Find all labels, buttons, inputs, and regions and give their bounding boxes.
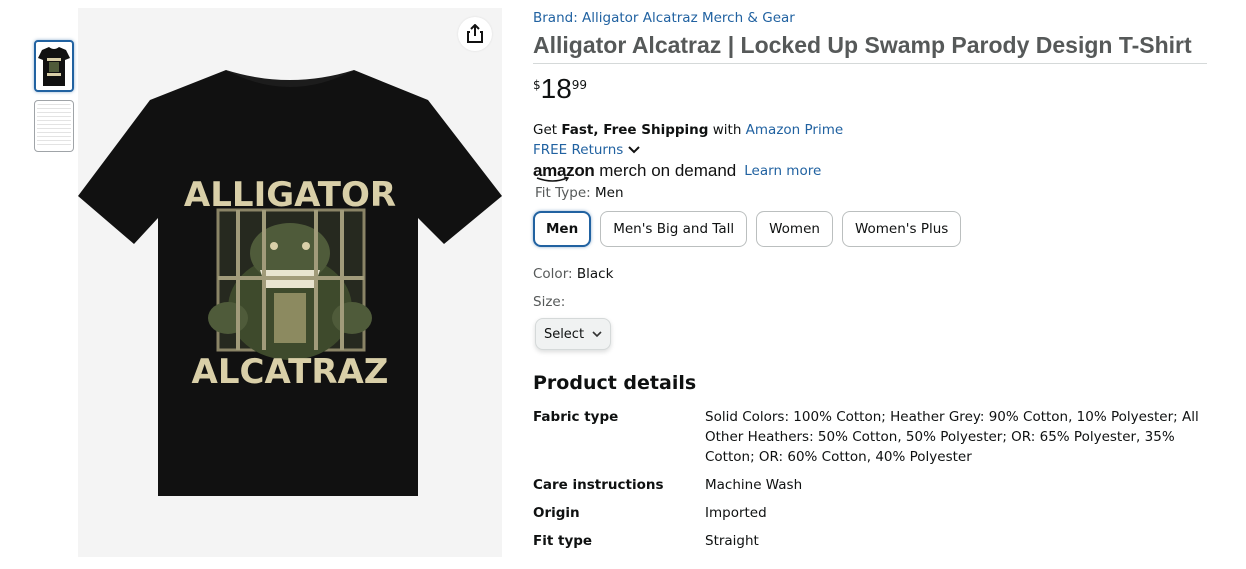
- merch-logo-text: merch on demand: [599, 161, 737, 180]
- price-fraction: 99: [571, 78, 588, 92]
- fit-option-womens-plus[interactable]: Women's Plus: [841, 211, 962, 247]
- detail-row: Care instructions Machine Wash: [533, 475, 1207, 495]
- chevron-down-icon: [592, 331, 602, 338]
- size-chart-thumbnail-icon: [37, 104, 71, 148]
- fit-type-options: Men Men's Big and Tall Women Women's Plu…: [533, 211, 1207, 247]
- free-returns-label: FREE Returns: [533, 142, 624, 158]
- shipping-bold: Fast, Free Shipping: [561, 122, 709, 138]
- merch-on-demand-logo: amazon merch on demand: [533, 161, 737, 182]
- size-label: Size:: [533, 294, 566, 310]
- product-details-table: Fabric type Solid Colors: 100% Cotton; H…: [533, 407, 1207, 551]
- fit-type-value: Men: [594, 185, 624, 201]
- prime-link[interactable]: Amazon Prime: [746, 122, 844, 138]
- fit-type-label: Fit Type: Men: [535, 183, 1207, 203]
- detail-key: Fit type: [533, 533, 593, 549]
- share-icon: [467, 24, 483, 43]
- product-info: Brand: Alligator Alcatraz Merch & Gear A…: [533, 8, 1207, 559]
- shipping-middle: with: [708, 122, 746, 138]
- price-symbol: $: [533, 78, 541, 92]
- detail-value: Machine Wash: [705, 477, 803, 493]
- brand-link[interactable]: Brand: Alligator Alcatraz Merch & Gear: [533, 8, 1207, 28]
- fit-type-label-text: Fit Type:: [535, 185, 591, 201]
- product-title: Alligator Alcatraz | Locked Up Swamp Par…: [533, 30, 1207, 64]
- color-row: Color: Black: [533, 264, 1207, 284]
- price: $ 18 99: [533, 75, 1207, 103]
- fit-option-men[interactable]: Men: [533, 211, 592, 247]
- shipping-prefix: Get: [533, 122, 562, 138]
- merch-on-demand-row: amazon merch on demand Learn more: [533, 160, 1207, 182]
- color-value: Black: [576, 266, 614, 282]
- thumbnail-strip: [34, 40, 74, 160]
- detail-value: Imported: [705, 505, 767, 521]
- price-whole: 18: [540, 73, 572, 104]
- size-select-dropdown[interactable]: Select: [535, 318, 611, 350]
- shipping-info: Get Fast, Free Shipping with Amazon Prim…: [533, 120, 1207, 140]
- tshirt-thumbnail-icon: [38, 47, 70, 86]
- size-select-label: Select: [543, 326, 585, 342]
- product-details-heading: Product details: [533, 372, 697, 394]
- thumbnail-tshirt-front[interactable]: [34, 40, 74, 92]
- detail-key: Origin: [533, 505, 580, 521]
- free-returns-link[interactable]: FREE Returns: [533, 140, 1207, 160]
- detail-row: Fit type Straight: [533, 531, 1207, 551]
- detail-value: Solid Colors: 100% Cotton; Heather Grey:…: [705, 409, 1199, 465]
- detail-key: Fabric type: [533, 409, 619, 425]
- learn-more-link[interactable]: Learn more: [744, 163, 821, 179]
- shirt-print-bottom-text: ALCATRAZ: [192, 352, 389, 392]
- share-button[interactable]: [458, 17, 492, 51]
- detail-row: Origin Imported: [533, 503, 1207, 523]
- tshirt-image: ALLIGATOR ALCATRAZ: [78, 70, 502, 496]
- detail-row: Fabric type Solid Colors: 100% Cotton; H…: [533, 407, 1207, 467]
- thumbnail-size-chart[interactable]: [34, 100, 74, 152]
- detail-value: Straight: [705, 533, 759, 549]
- color-label: Color:: [533, 266, 573, 282]
- fit-option-mens-big-and-tall[interactable]: Men's Big and Tall: [600, 211, 748, 247]
- amazon-smile-icon: [536, 176, 570, 182]
- chevron-down-icon: [628, 146, 641, 154]
- fit-option-women[interactable]: Women: [756, 211, 833, 247]
- detail-key: Care instructions: [533, 477, 664, 493]
- product-image[interactable]: ALLIGATOR ALCATRAZ: [78, 8, 502, 557]
